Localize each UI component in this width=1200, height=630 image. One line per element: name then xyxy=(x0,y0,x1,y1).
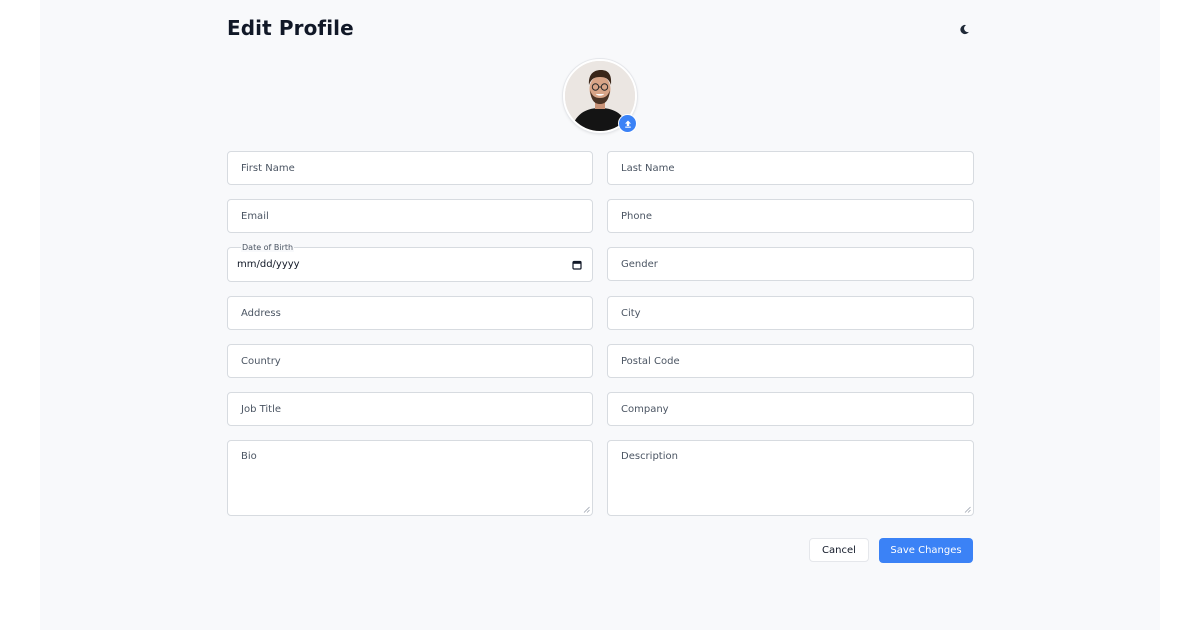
upload-avatar-button[interactable] xyxy=(618,114,637,133)
upload-icon xyxy=(624,120,631,128)
bio-textarea[interactable]: Bio xyxy=(227,440,593,516)
city-field[interactable]: City xyxy=(607,296,974,330)
gender-field[interactable]: Gender xyxy=(607,247,974,281)
company-field[interactable]: Company xyxy=(607,392,974,426)
page-title: Edit Profile xyxy=(227,16,354,40)
theme-toggle-button[interactable] xyxy=(954,20,974,38)
avatar-container xyxy=(563,59,637,133)
email-field[interactable]: Email xyxy=(227,199,593,233)
save-changes-button[interactable]: Save Changes xyxy=(879,538,973,563)
description-textarea[interactable]: Description xyxy=(607,440,974,516)
address-placeholder: Address xyxy=(241,307,281,319)
gender-placeholder: Gender xyxy=(621,258,658,270)
date-of-birth-label: Date of Birth xyxy=(241,243,295,252)
cancel-button[interactable]: Cancel xyxy=(809,538,869,562)
phone-field[interactable]: Phone xyxy=(607,199,974,233)
resize-handle-icon[interactable] xyxy=(964,506,971,513)
bio-placeholder: Bio xyxy=(241,451,257,462)
address-field[interactable]: Address xyxy=(227,296,593,330)
country-placeholder: Country xyxy=(241,355,281,367)
moon-icon xyxy=(959,24,969,34)
postal-code-field[interactable]: Postal Code xyxy=(607,344,974,378)
date-of-birth-value: mm/dd/yyyy xyxy=(237,259,300,270)
first-name-field[interactable]: First Name xyxy=(227,151,593,185)
last-name-field[interactable]: Last Name xyxy=(607,151,974,185)
city-placeholder: City xyxy=(621,307,641,319)
country-field[interactable]: Country xyxy=(227,344,593,378)
company-placeholder: Company xyxy=(621,403,669,415)
job-title-field[interactable]: Job Title xyxy=(227,392,593,426)
first-name-placeholder: First Name xyxy=(241,162,295,174)
resize-handle-icon[interactable] xyxy=(583,506,590,513)
edit-profile-form: Edit Profile First Name Last Name Email … xyxy=(227,0,974,630)
last-name-placeholder: Last Name xyxy=(621,162,675,174)
date-of-birth-field[interactable]: Date of Birth mm/dd/yyyy xyxy=(227,243,593,282)
postal-code-placeholder: Postal Code xyxy=(621,355,680,367)
page-background: Edit Profile First Name Last Name Email … xyxy=(40,0,1160,630)
description-placeholder: Description xyxy=(621,451,678,462)
calendar-icon[interactable] xyxy=(572,260,582,270)
job-title-placeholder: Job Title xyxy=(241,403,282,415)
phone-placeholder: Phone xyxy=(621,210,652,222)
email-placeholder: Email xyxy=(241,210,269,222)
